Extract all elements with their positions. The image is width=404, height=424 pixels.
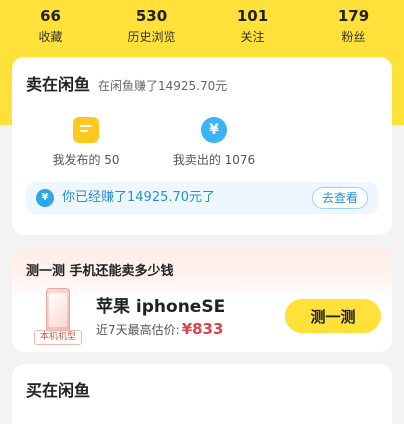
stat-value: 66 xyxy=(40,7,61,25)
sold-entry[interactable]: ¥ 我卖出的 1076 xyxy=(154,117,274,168)
stat-value: 179 xyxy=(337,7,370,25)
yen-coin-icon: ¥ xyxy=(36,189,54,207)
sell-header: 卖在闲鱼 在闲鱼赚了14925.70元 xyxy=(26,71,227,95)
yen-icon: ¥ xyxy=(201,117,227,143)
price-label: 近7天最高估价: xyxy=(96,323,180,337)
buy-title: 买在闲鱼 xyxy=(26,381,91,400)
stat-label: 关注 xyxy=(240,30,265,44)
estimated-price: ¥833 xyxy=(181,320,224,338)
sell-subtitle: 在闲鱼赚了14925.70元 xyxy=(98,79,228,93)
document-icon xyxy=(73,117,99,143)
phone-model-name: 苹果 iphoneSE xyxy=(96,297,226,317)
published-entry[interactable]: 我发布的 50 xyxy=(26,117,146,168)
stat-value: 101 xyxy=(236,7,269,25)
sold-label: 我卖出的 1076 xyxy=(172,153,256,167)
sell-card: 卖在闲鱼 在闲鱼赚了14925.70元 我发布的 50 ¥ 我卖出的 1076 … xyxy=(12,57,392,235)
phone-price-line: 近7天最高估价: ¥833 xyxy=(96,320,223,338)
sell-title: 卖在闲鱼 xyxy=(26,75,91,94)
stat-favorites[interactable]: 66 收藏 xyxy=(16,6,86,46)
view-earnings-button[interactable]: 去查看 xyxy=(312,187,368,209)
stat-label: 收藏 xyxy=(38,30,63,44)
earnings-text: 你已经赚了14925.70元了 xyxy=(62,190,216,205)
stat-value: 530 xyxy=(135,7,168,25)
stat-history[interactable]: 530 历史浏览 xyxy=(117,6,187,46)
current-device-tag: 本机机型 xyxy=(34,330,82,345)
stat-label: 粉丝 xyxy=(341,30,366,44)
earnings-bar: ¥ 你已经赚了14925.70元了 去查看 xyxy=(26,182,378,214)
phone-valuation-header: 测一测 手机还能卖多少钱 xyxy=(26,264,174,279)
published-label: 我发布的 50 xyxy=(52,153,120,167)
phone-image: 本机机型 xyxy=(34,288,82,346)
evaluate-button[interactable]: 测一测 xyxy=(285,299,381,333)
buy-card: 买在闲鱼 xyxy=(12,364,392,424)
stats-bar: 66 收藏 530 历史浏览 101 关注 179 粉丝 xyxy=(0,0,404,56)
stat-following[interactable]: 101 关注 xyxy=(218,6,288,46)
stat-label: 历史浏览 xyxy=(127,30,176,44)
stat-followers[interactable]: 179 粉丝 xyxy=(319,6,389,46)
phone-valuation-card: 测一测 手机还能卖多少钱 本机机型 苹果 iphoneSE 近7天最高估价: ¥… xyxy=(12,248,392,352)
